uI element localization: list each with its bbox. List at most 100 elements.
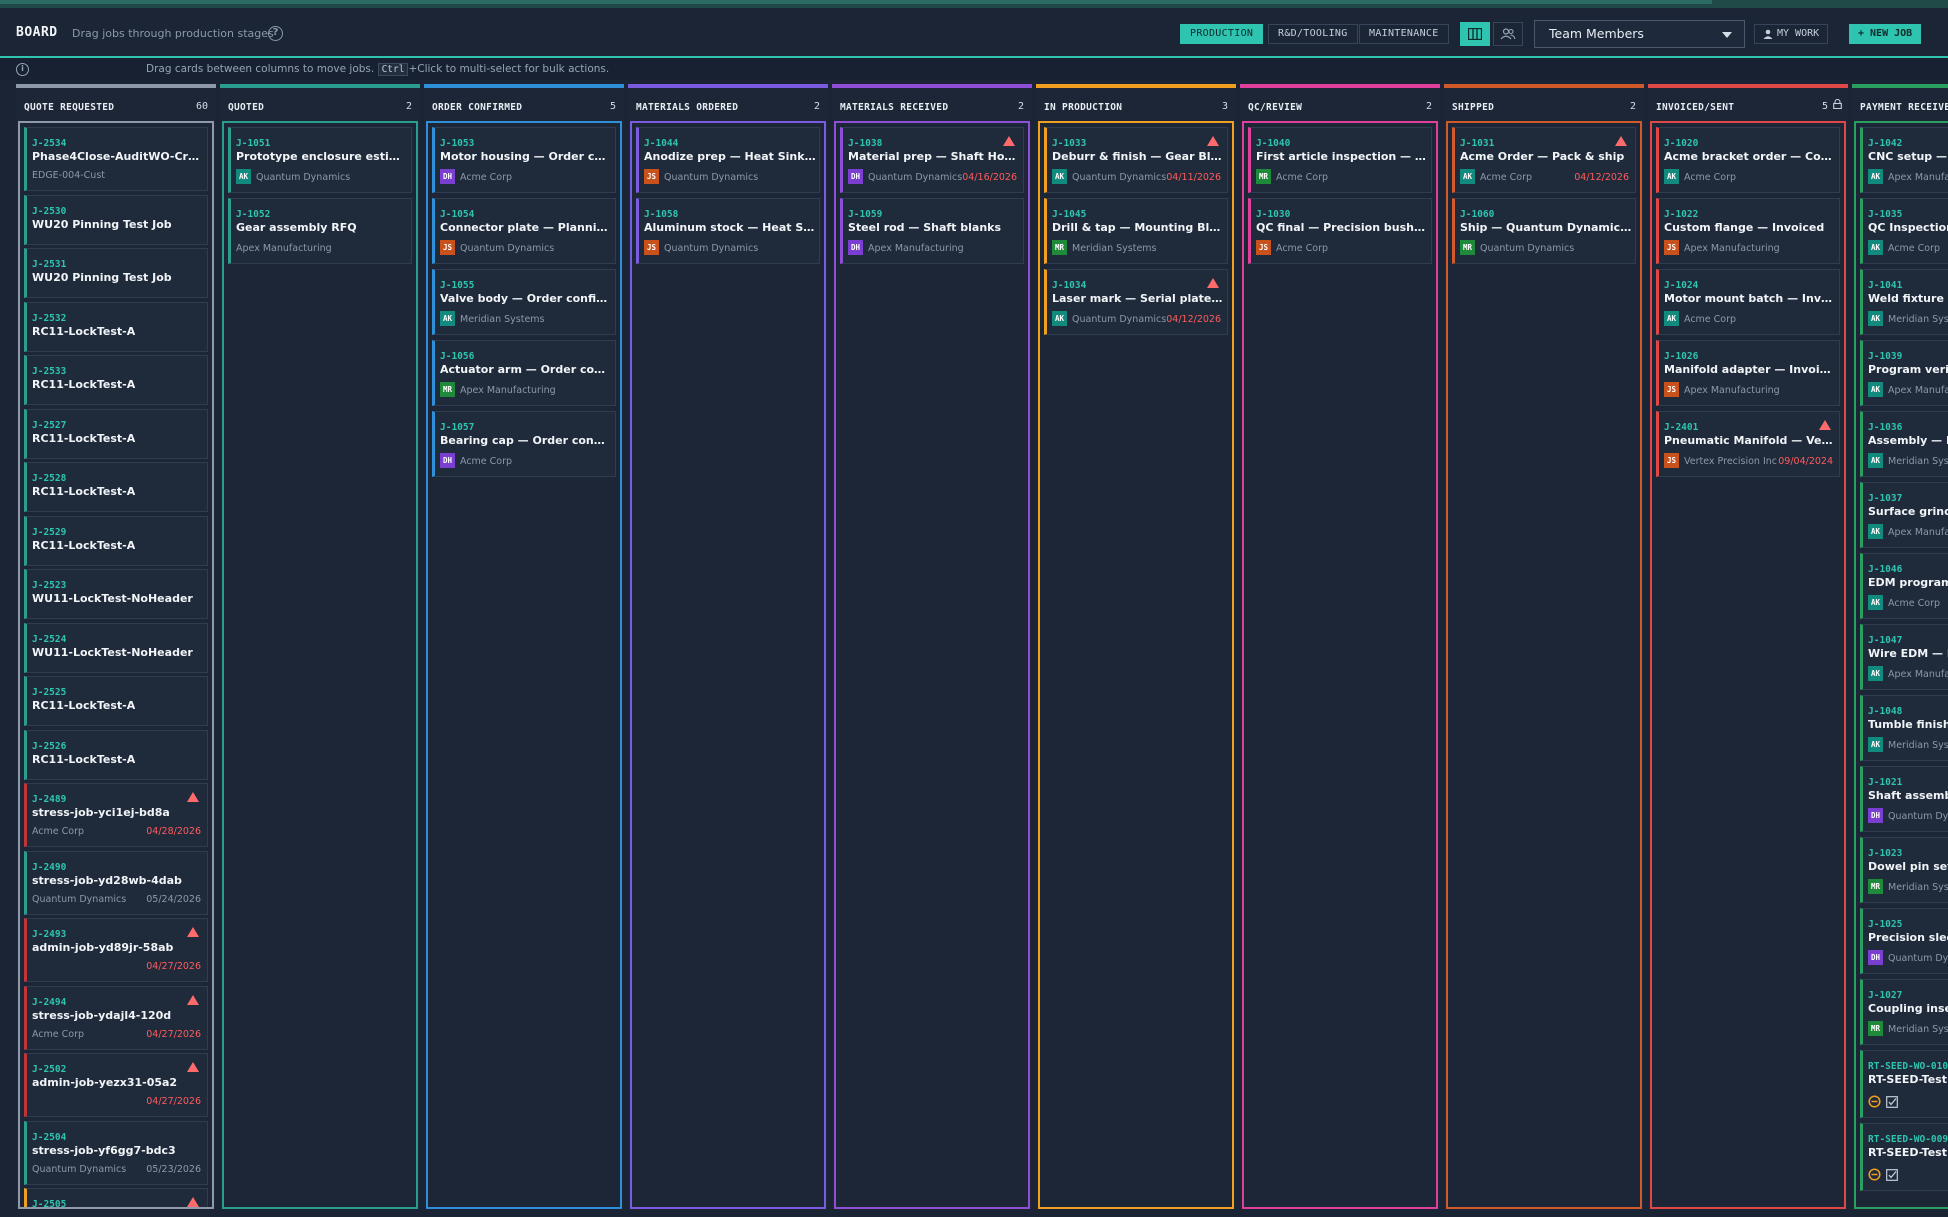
job-card[interactable]: J-1031 Acme Order — Pack & ship AK Acme Cor…: [1452, 127, 1636, 193]
job-card[interactable]: J-2528 RC11-LockTest-A: [24, 462, 208, 512]
job-card[interactable]: J-1054 Connector plate — Planning JS Quantu…: [432, 198, 616, 264]
customer-name: Quantum Dynamics: [256, 172, 351, 183]
job-card[interactable]: J-2494 stress-job-ydajl4-120d Acme Corp 04/…: [24, 985, 208, 1050]
job-card[interactable]: J-2489 stress-job-yci1ej-bd8a Acme Corp 04/…: [24, 783, 208, 847]
assignee-avatar: AK: [1868, 382, 1883, 397]
job-id: J-1039: [1868, 351, 1903, 362]
job-card[interactable]: J-1044Anodize prep — Heat Sink Array JS Qu…: [636, 127, 820, 193]
team-view-button[interactable]: [1493, 22, 1523, 46]
job-card[interactable]: J-1022 Custom flange — Invoiced JS Apex Man…: [1656, 198, 1840, 264]
customer-name: Acme Corp: [1684, 172, 1737, 183]
due-date: 04/27/2026: [146, 961, 201, 972]
job-card[interactable]: J-1053Motor housing — Order confir... DH A…: [432, 127, 616, 193]
job-card[interactable]: J-1026 Manifold adapter — Invoiced JS Apex …: [1656, 340, 1840, 406]
job-card[interactable]: J-2533 RC11-LockTest-A: [24, 355, 208, 405]
job-card[interactable]: J-1038 Material prep — Shaft Housing DH Qua…: [840, 127, 1024, 193]
job-card[interactable]: J-1034Laser mark — Serial plates (50... A…: [1044, 269, 1228, 335]
job-card[interactable]: J-1025Precision sleeve DH Quantum Dyn: [1860, 908, 1948, 974]
column-header[interactable]: QC/REVIEW 2: [1240, 88, 1440, 121]
job-title: Assembly — Pne: [1868, 434, 1948, 447]
job-card[interactable]: J-1045 Drill & tap — Mounting Block MR Meri…: [1044, 198, 1228, 264]
due-date: 04/27/2026: [146, 1096, 201, 1107]
job-card[interactable]: J-1037Surface grind — AK Apex Manufa: [1860, 482, 1948, 548]
job-card[interactable]: J-2401Pneumatic Manifold — Vertex ... JS V…: [1656, 411, 1840, 477]
my-work-button[interactable]: MY WORK: [1754, 24, 1829, 44]
job-card[interactable]: J-1030 QC final — Precision bushing JS Acme…: [1248, 198, 1432, 264]
job-title: stress-job-yci1ej-bd8a: [32, 806, 170, 819]
job-card[interactable]: J-1057Bearing cap — Order confirmed DH Acm…: [432, 411, 616, 477]
board-view-button[interactable]: [1460, 22, 1490, 46]
job-card[interactable]: J-1046EDM programm AK Acme Corp: [1860, 553, 1948, 619]
job-id: J-2401: [1664, 422, 1699, 433]
job-card[interactable]: J-2531 WU20 Pinning Test Job: [24, 248, 208, 298]
column-header[interactable]: QUOTE REQUESTED 60: [16, 88, 216, 121]
job-card[interactable]: J-1048Tumble finish — AK Meridian Syst: [1860, 695, 1948, 761]
job-card[interactable]: J-1036Assembly — Pne AK Meridian Syst: [1860, 411, 1948, 477]
column-header[interactable]: INVOICED/SENT 5: [1648, 88, 1848, 121]
tab-rd-tooling[interactable]: R&D/TOOLING: [1268, 24, 1358, 44]
job-card[interactable]: J-2524 WU11-LockTest-NoHeader: [24, 622, 208, 673]
job-card[interactable]: J-1035QC Inspection — AK Acme Corp: [1860, 198, 1948, 264]
columns-icon: [1468, 28, 1482, 40]
job-card[interactable]: J-2529 RC11-LockTest-A: [24, 515, 208, 566]
tab-production[interactable]: PRODUCTION: [1180, 24, 1264, 44]
column-header[interactable]: IN PRODUCTION 3: [1036, 88, 1236, 121]
job-card[interactable]: RT-SEED-WO-009RT-SEED-Test jo: [1860, 1123, 1948, 1191]
job-card[interactable]: J-1058 Aluminum stock — Heat Sink JS Quantu…: [636, 198, 820, 264]
job-id: J-1042: [1868, 138, 1903, 149]
column-header[interactable]: MATERIALS RECEIVED 2: [832, 88, 1032, 121]
job-card[interactable]: J-1020Acme bracket order — Complete AK Acm…: [1656, 127, 1840, 193]
job-id: J-1031: [1460, 138, 1495, 149]
job-card[interactable]: J-2532 RC11-LockTest-A: [24, 301, 208, 352]
job-card[interactable]: J-2527 RC11-LockTest-A: [24, 408, 208, 459]
job-title: Anodize prep — Heat Sink Array: [644, 150, 816, 163]
seed-status-icons: [1868, 1093, 1898, 1112]
warning-icon: [1003, 136, 1015, 146]
job-card[interactable]: J-1042CNC setup — Br AK Apex Manufa: [1860, 127, 1948, 193]
column-header[interactable]: QUOTED 2: [220, 88, 420, 121]
job-card[interactable]: J-2493 admin-job-yd89jr-58ab 04/27/2026: [24, 918, 208, 982]
job-card[interactable]: J-2502 admin-job-yezx31-05a2 04/27/2026: [24, 1053, 208, 1117]
tab-maintenance[interactable]: MAINTENANCE: [1359, 24, 1449, 44]
job-card[interactable]: J-1021Shaft assembly DH Quantum Dyn: [1860, 766, 1948, 832]
job-card[interactable]: J-1055 Valve body — Order confirmed AK Meri…: [432, 269, 616, 335]
job-card[interactable]: J-1051 Prototype enclosure estimate AK Quan…: [228, 127, 412, 193]
job-card[interactable]: J-2504 stress-job-yf6gg7-bdc3 Quantum Dyna…: [24, 1120, 208, 1185]
job-card[interactable]: J-1039Program verify AK Apex Manufa: [1860, 340, 1948, 406]
job-card[interactable]: J-1041Weld fixture all AK Meridian Syst: [1860, 269, 1948, 335]
new-job-button[interactable]: + NEW JOB: [1849, 24, 1922, 44]
job-card[interactable]: RT-SEED-WO-010RT-SEED-Test jo: [1860, 1050, 1948, 1118]
job-card[interactable]: J-1047Wire EDM — Pur AK Apex Manufa: [1860, 624, 1948, 690]
job-card[interactable]: J-2523 WU11-LockTest-NoHeader: [24, 569, 208, 619]
warning-icon: [1615, 136, 1627, 146]
team-members-select[interactable]: Team Members: [1534, 20, 1745, 48]
column-count: 60: [195, 101, 208, 112]
assignee-avatar: DH: [1868, 950, 1883, 965]
job-card[interactable]: J-1056Actuator arm — Order confirmed MR Ap…: [432, 340, 616, 406]
job-card[interactable]: J-1027Coupling insert MR Meridian Syst: [1860, 979, 1948, 1045]
job-card[interactable]: J-1060Ship — Quantum Dynamics ord... MR Qu…: [1452, 198, 1636, 264]
job-card[interactable]: J-2526 RC11-LockTest-A: [24, 729, 208, 780]
column-title: PAYMENT RECEIVED: [1860, 102, 1948, 113]
customer-name: Acme Corp: [32, 826, 85, 837]
column-header[interactable]: SHIPPED 2: [1444, 88, 1644, 121]
job-card[interactable]: J-1052 Gear assembly RFQ Apex Manufacturin…: [228, 198, 412, 264]
job-card[interactable]: J-1033 Deburr & finish — Gear Blank AK Quan…: [1044, 127, 1228, 193]
column-count: 5: [609, 101, 616, 112]
job-card[interactable]: J-1040First article inspection — Flange M…: [1248, 127, 1432, 193]
column-header[interactable]: PAYMENT RECEIVED: [1852, 88, 1948, 121]
customer-name: Acme Corp: [460, 172, 513, 183]
job-card[interactable]: J-2525 RC11-LockTest-A: [24, 676, 208, 726]
job-card[interactable]: J-1059 Steel rod — Shaft blanks DH Apex Man…: [840, 198, 1024, 264]
job-card[interactable]: J-1024 Motor mount batch — Invoiced AK Acme…: [1656, 269, 1840, 335]
assignee-avatar: JS: [1664, 382, 1679, 397]
job-card[interactable]: J-1023Dowel pin set — MR Meridian Syst: [1860, 837, 1948, 903]
help-icon[interactable]: ?: [268, 26, 283, 41]
job-card[interactable]: J-2534 Phase4Close-AuditWO-Create EDGE-004…: [24, 127, 208, 191]
job-card[interactable]: J-2530 WU20 Pinning Test Job: [24, 194, 208, 245]
column-header[interactable]: MATERIALS ORDERED 2: [628, 88, 828, 121]
column-header[interactable]: ORDER CONFIRMED 5: [424, 88, 624, 121]
job-card[interactable]: J-2505: [24, 1188, 208, 1207]
customer-name: Meridian Syst: [1888, 882, 1948, 893]
job-card[interactable]: J-2490 stress-job-yd28wb-4dab Quantum Dyna…: [24, 850, 208, 915]
